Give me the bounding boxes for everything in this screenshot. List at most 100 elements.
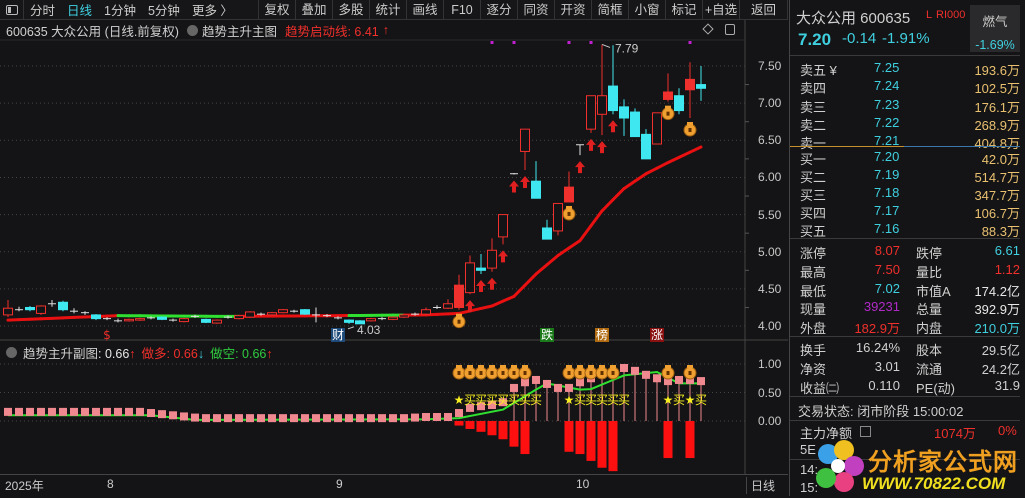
sub-bar [686, 421, 695, 458]
sub-value-marker [554, 384, 562, 392]
ask-row[interactable]: 卖二7.22268.9万 [790, 115, 1020, 133]
candle-body [543, 228, 552, 239]
ask-volume: 176.1万 [974, 97, 1020, 116]
sub-indicator-name[interactable]: 趋势主升副图 [23, 347, 98, 361]
sub-bar [587, 421, 596, 461]
trend-line-segment [591, 211, 602, 226]
candle-body [609, 86, 618, 111]
candle-body [400, 315, 409, 317]
stat-label: 最高 [800, 262, 826, 281]
bid-row[interactable]: 买三7.18347.7万 [790, 185, 1020, 203]
candle-body [620, 107, 629, 118]
candle [675, 88, 684, 114]
candle [576, 145, 584, 155]
candle-body [125, 319, 134, 320]
stat-label: 内盘 [916, 318, 942, 337]
sub-value-marker [235, 414, 243, 422]
sub-value-marker [345, 414, 353, 422]
candle-body [136, 319, 145, 320]
money-bag-icon [662, 106, 674, 120]
money-bag-icon [607, 365, 619, 379]
event-badge: 榜 [596, 327, 608, 342]
trend-line-segment [514, 285, 525, 296]
high-pointer [602, 44, 610, 47]
trend-line-segment [657, 163, 668, 169]
bid-row[interactable]: 买二7.19514.7万 [790, 167, 1020, 185]
candle [15, 307, 23, 311]
ask-row[interactable]: 卖四7.24102.5万 [790, 78, 1020, 96]
bag-mark [480, 371, 483, 375]
stat-row: 现量39231总量392.9万 [790, 299, 1020, 317]
bag-neck [467, 365, 473, 368]
ask-price: 7.25 [874, 60, 899, 75]
candle [510, 173, 518, 174]
bag-neck [566, 365, 572, 368]
candle-body [477, 268, 486, 270]
sector-pct: -1.69% [970, 38, 1020, 52]
sector-badge[interactable]: 燃气 -1.69% [970, 5, 1020, 52]
sub-dropdown-icon[interactable] [6, 347, 17, 358]
stat-value: 39231 [864, 299, 900, 314]
sector-name: 燃气 [970, 11, 1020, 30]
candle-body [488, 250, 497, 268]
sub-value-marker [565, 384, 573, 392]
top-dot-marker [491, 41, 494, 44]
ask-row[interactable]: 卖五 ¥7.25193.6万 [790, 60, 1020, 78]
trend-line-segment [492, 301, 503, 306]
bag-mark [502, 371, 505, 375]
bag-mark [579, 371, 582, 375]
sub-value-marker [312, 414, 320, 422]
buy-arrow-icon [509, 180, 519, 192]
bid-volume: 514.7万 [974, 167, 1020, 186]
candle-body [246, 312, 255, 317]
date-label: 9 [336, 477, 343, 491]
bid-row[interactable]: 买一7.2042.0万 [790, 149, 1020, 167]
candle-body [92, 315, 101, 319]
sub-value-marker [697, 377, 705, 385]
kline-chart[interactable]: 7.794.03$财跌榜涨★买买买买买买买★买买买买买★买★买 [0, 0, 788, 496]
ask-row[interactable]: 卖三7.23176.1万 [790, 97, 1020, 115]
buy-arrow-icon [586, 139, 596, 151]
stat-value: 392.9万 [974, 299, 1020, 318]
sub-bar [488, 421, 497, 435]
ask-label: 卖二 [800, 115, 826, 134]
sub-tick: 1.00 [758, 357, 781, 371]
ask-volume: 268.9万 [974, 115, 1020, 134]
bid-row[interactable]: 买五7.1688.3万 [790, 221, 1020, 239]
trend-line-segment [679, 152, 690, 157]
sub-value-marker [631, 367, 639, 375]
period-button[interactable]: 日线 [746, 477, 788, 494]
sub-value-marker [169, 411, 177, 419]
sub-value-marker [37, 408, 45, 416]
sub-value-marker [125, 408, 133, 416]
flower-logo-icon [810, 438, 870, 498]
price-tick: 7.00 [758, 96, 781, 110]
trend-line-segment [613, 189, 624, 200]
stat-label: 收益㈡ [800, 378, 839, 397]
candle-body [598, 96, 607, 115]
stat-label: 净资 [800, 359, 826, 378]
buy-arrow-icon [597, 141, 607, 153]
bag-neck [456, 314, 462, 317]
candle-body [631, 112, 640, 137]
date-label: 2025年 [5, 477, 44, 494]
sub-value-marker [422, 413, 430, 421]
bag-mark [469, 371, 472, 375]
stat-value: 0.110 [868, 378, 900, 393]
top-dot-marker [689, 41, 692, 44]
candle [631, 108, 640, 136]
sub-bar [664, 421, 673, 458]
stat-value: 182.9万 [854, 318, 900, 337]
sub-value-marker [543, 380, 551, 388]
bag-neck [687, 122, 693, 125]
candle-body [301, 310, 310, 314]
bag-mark [689, 371, 692, 375]
event-badge: 涨 [651, 327, 663, 342]
short-value: 做空: 0.66 [210, 347, 266, 361]
bid-row[interactable]: 买四7.17106.7万 [790, 203, 1020, 221]
buy-arrow-icon [608, 120, 618, 132]
candle-body [642, 134, 651, 159]
candle [312, 307, 320, 322]
bid-price: 7.19 [874, 167, 899, 182]
money-bag-icon [453, 314, 465, 328]
